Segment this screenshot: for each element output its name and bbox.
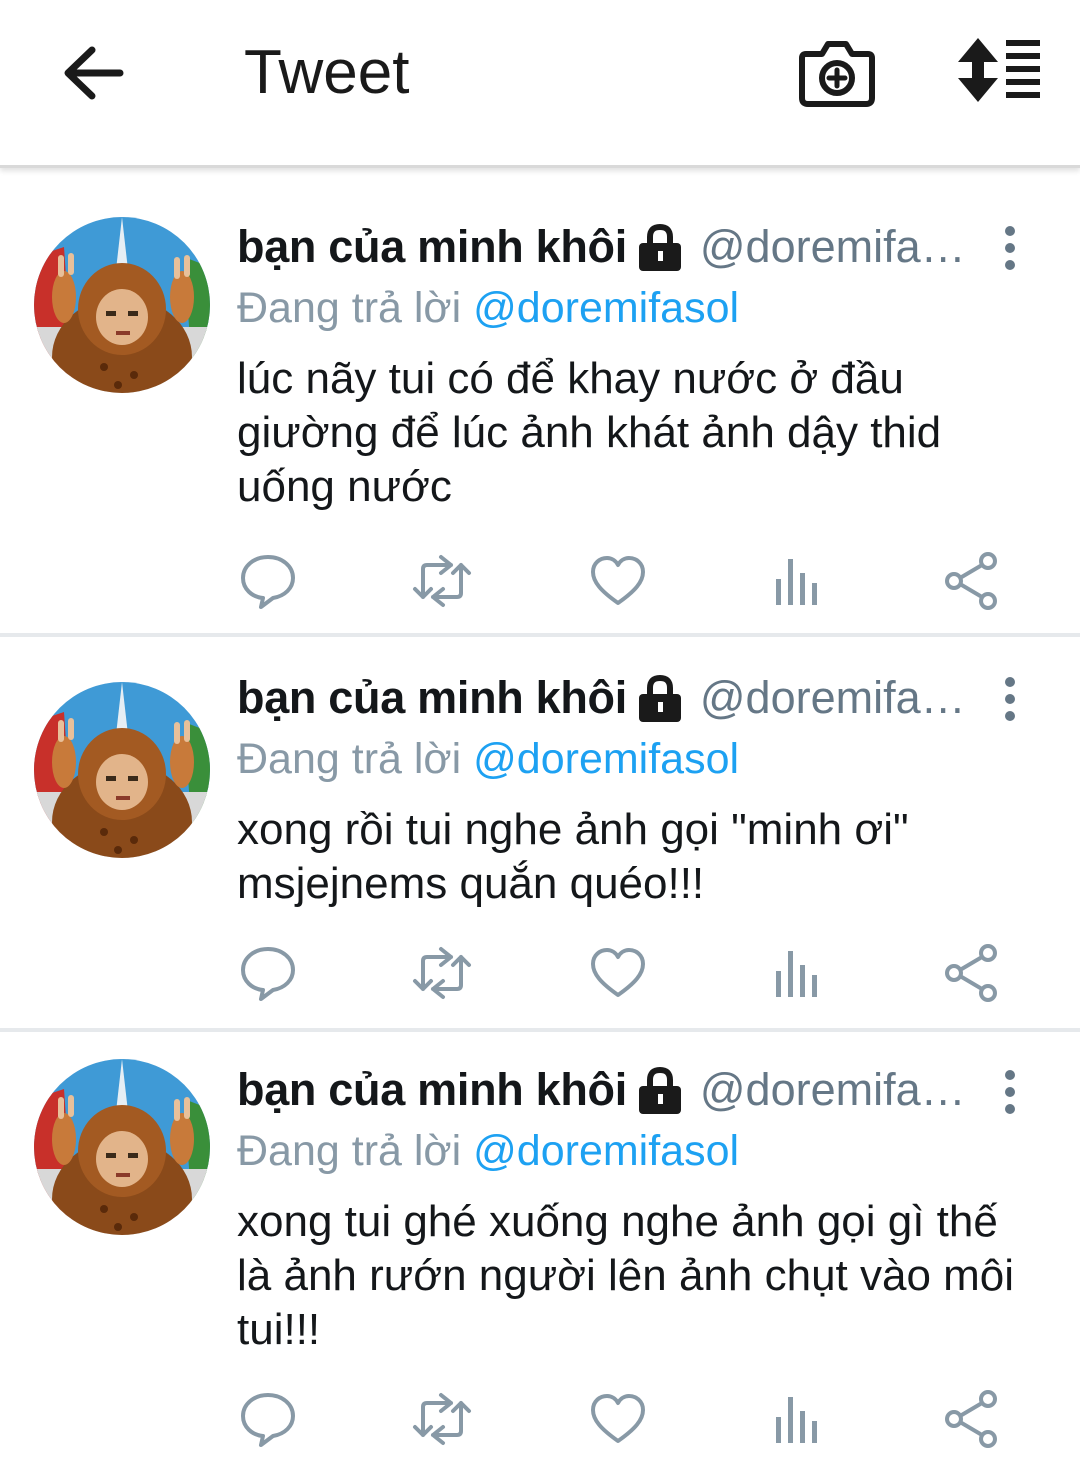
like-button[interactable] [587,943,649,1003]
reply-mention[interactable]: @doremifasol [473,1127,739,1175]
tweet-item[interactable]: bạn của minh khôi @doremifa… Đang trả lờ… [0,1032,1080,1472]
tweet-actions [237,551,1002,611]
tweet-content: bạn của minh khôi @doremifa… Đang trả lờ… [237,221,1040,514]
user-handle[interactable]: @doremifa… [700,672,966,723]
tweet-header: bạn của minh khôi @doremifa… [237,221,1040,279]
like-icon [591,1394,645,1443]
avatar-image [34,682,210,858]
more-vertical-icon [1005,677,1015,721]
reply-context: Đang trả lời @doremifasol [237,1124,1040,1178]
tweet-content: bạn của minh khôi @doremifa… Đang trả lờ… [237,1064,1040,1357]
avatar[interactable] [34,217,210,393]
analytics-button[interactable] [764,1389,826,1449]
camera-button[interactable] [798,34,876,110]
tweet-content: bạn của minh khôi @doremifa… Đang trả lờ… [237,672,1040,911]
more-options-button[interactable] [990,1067,1030,1117]
tweet-actions [237,1389,1002,1449]
tweet-actions [237,943,1002,1003]
share-icon [945,944,997,1002]
more-options-button[interactable] [990,223,1030,273]
reply-context: Đang trả lời @doremifasol [237,281,1040,335]
reply-mention[interactable]: @doremifasol [473,735,739,783]
share-icon [945,552,997,610]
retweet-button[interactable] [411,943,473,1003]
reply-icon [241,555,295,609]
reply-prefix: Đang trả lời [237,284,462,332]
reply-prefix: Đang trả lời [237,735,462,783]
avatar[interactable] [34,682,210,858]
analytics-button[interactable] [764,551,826,611]
tweet-thread: bạn của minh khôi @doremifa… Đang trả lờ… [0,171,1080,1472]
camera-plus-icon [799,41,875,107]
share-icon [945,1390,997,1448]
reply-button[interactable] [237,943,299,1003]
more-vertical-icon [1005,226,1015,270]
tweet-header: bạn của minh khôi @doremifa… [237,1064,1040,1122]
analytics-icon [776,1397,817,1443]
user-handle[interactable]: @doremifa… [700,1064,966,1115]
lock-icon [639,223,682,271]
share-button[interactable] [940,1389,1002,1449]
back-button[interactable] [58,38,128,108]
reply-context: Đang trả lời @doremifasol [237,732,1040,786]
retweet-button[interactable] [411,1389,473,1449]
sort-list-icon [958,38,1040,102]
page-title: Tweet [244,38,410,107]
like-button[interactable] [587,1389,649,1449]
reply-button[interactable] [237,551,299,611]
top-app-bar: Tweet [0,0,1080,168]
more-vertical-icon [1005,1070,1015,1114]
retweet-icon [413,1393,471,1445]
more-options-button[interactable] [990,674,1030,724]
avatar[interactable] [34,1059,210,1235]
tweet-text: xong rồi tui nghe ảnh gọi "minh ơi" msje… [237,805,909,908]
tweet-text: xong tui ghé xuống nghe ảnh gọi gì thế l… [237,1197,1015,1354]
like-icon [591,948,645,997]
reply-mention[interactable]: @doremifasol [473,284,739,332]
analytics-icon [776,559,817,605]
display-name[interactable]: bạn của minh khôi [237,672,627,723]
share-button[interactable] [940,551,1002,611]
avatar-image [34,1059,210,1235]
reply-icon [241,1393,295,1447]
display-name[interactable]: bạn của minh khôi [237,1064,627,1115]
tweet-item[interactable]: bạn của minh khôi @doremifa… Đang trả lờ… [0,171,1080,637]
tweet-item[interactable]: bạn của minh khôi @doremifa… Đang trả lờ… [0,637,1080,1032]
reply-prefix: Đang trả lời [237,1127,462,1175]
lock-icon [639,1066,682,1114]
user-handle[interactable]: @doremifa… [700,221,966,272]
retweet-icon [413,555,471,607]
tweet-header: bạn của minh khôi @doremifa… [237,672,1040,730]
like-button[interactable] [587,551,649,611]
avatar-image [34,217,210,393]
display-name[interactable]: bạn của minh khôi [237,221,627,272]
like-icon [591,556,645,605]
lock-icon [639,674,682,722]
retweet-button[interactable] [411,551,473,611]
share-button[interactable] [940,943,1002,1003]
arrow-left-icon [64,46,124,100]
sort-button[interactable] [952,34,1044,106]
analytics-icon [776,951,817,997]
reply-button[interactable] [237,1389,299,1449]
analytics-button[interactable] [764,943,826,1003]
retweet-icon [413,947,471,999]
tweet-text: lúc nãy tui có để khay nước ở đầu giường… [237,354,942,511]
reply-icon [241,947,295,1001]
